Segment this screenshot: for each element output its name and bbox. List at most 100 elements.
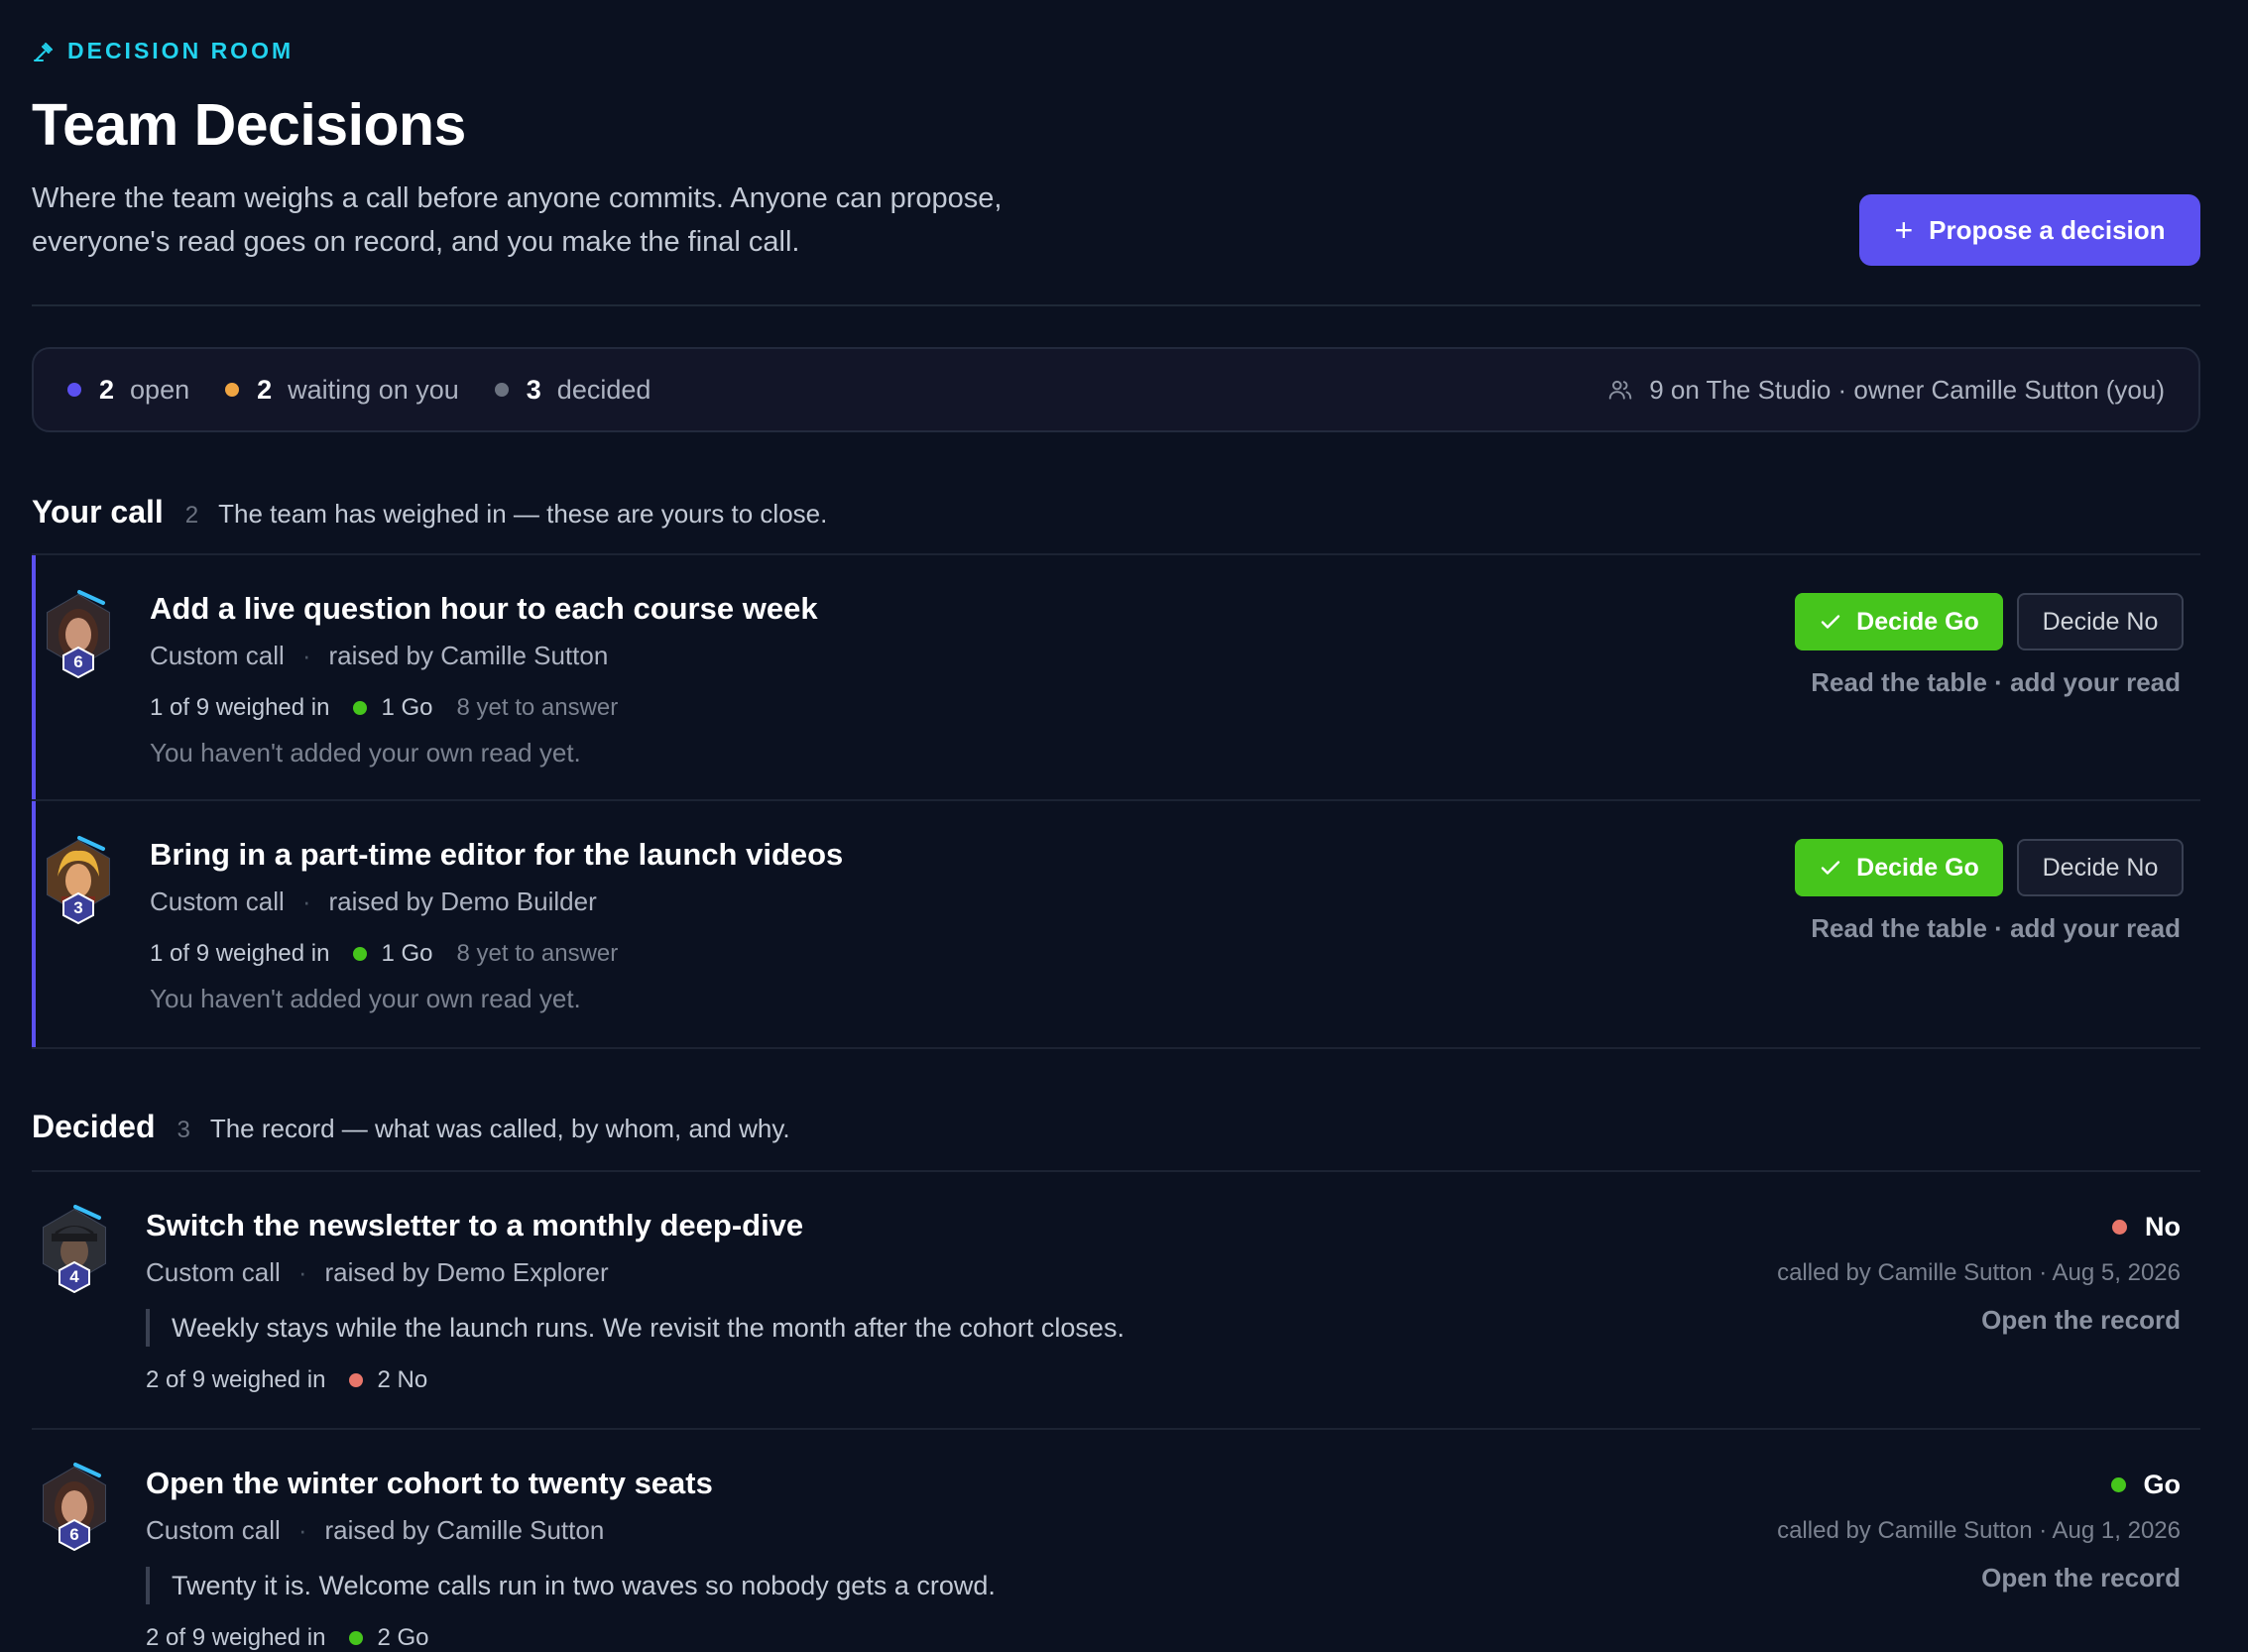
waiting-dot [225,383,240,397]
decision-type: Custom call [150,886,285,916]
weighed-in: 2 of 9 weighed in [146,1624,326,1651]
decided-row[interactable]: 6 Open the winter cohort to twenty seats… [32,1430,2200,1652]
vote-count: 2 Go [377,1624,429,1651]
avatar: 4 [36,1204,113,1294]
called-by: called by Camille Sutton · Aug 1, 2026 [1777,1517,2181,1544]
team-info-text: 9 on The Studio · owner Camille Sutton (… [1649,374,2165,405]
decision-meta: Custom call · raised by Camille Sutton [146,1515,605,1545]
decide-go-label: Decide Go [1856,853,1979,882]
level-number: 3 [73,898,83,917]
verdict: Go [2110,1470,2182,1500]
decide-go-button[interactable]: Decide Go [1795,593,2003,650]
decision-rationale: Weekly stays while the launch runs. We r… [146,1309,1124,1347]
own-read-note: You haven't added your own read yet. [150,738,581,767]
level-badge: 4 [58,1260,91,1294]
go-dot [349,1631,364,1645]
decided-title: Decided [32,1109,156,1144]
decide-no-button[interactable]: Decide No [2017,839,2184,896]
own-read-note: You haven't added your own read yet. [150,984,581,1013]
level-badge: 6 [61,646,95,679]
level-number: 6 [73,652,83,671]
open-label: open [130,374,190,405]
decision-row[interactable]: 3 Bring in a part-time editor for the la… [32,801,2200,1047]
level-number: 4 [69,1267,79,1286]
pending-count: 8 yet to answer [456,694,619,721]
vote-count: 2 No [377,1366,428,1393]
weighed-in: 2 of 9 weighed in [146,1366,326,1393]
vote-summary: 2 of 9 weighed in 2 No [146,1366,427,1394]
decided-count: 3 [526,374,541,405]
go-dot [353,701,368,715]
plus-icon: + [1894,212,1914,248]
page-title: Team Decisions [32,92,466,158]
decision-meta: Custom call · raised by Camille Sutton [150,641,609,670]
verdict-dot [2112,1220,2127,1235]
raised-by: raised by Camille Sutton [324,1515,605,1545]
open-record-link[interactable]: Open the record [1981,1305,2181,1336]
weighed-in: 1 of 9 weighed in [150,694,330,721]
waiting-label: waiting on you [288,374,459,405]
decision-title[interactable]: Add a live question hour to each course … [150,591,818,627]
decision-type: Custom call [146,1257,281,1287]
decision-type: Custom call [150,641,285,670]
decide-no-label: Decide No [2042,607,2159,636]
decision-title[interactable]: Open the winter cohort to twenty seats [146,1466,713,1501]
decide-no-button[interactable]: Decide No [2017,593,2184,650]
verdict-label: No [2145,1212,2181,1241]
check-icon [1821,861,1840,875]
check-icon [1821,615,1840,629]
open-count: 2 [99,374,115,405]
your-call-title: Your call [32,494,164,530]
read-table-link[interactable]: Read the table · add your read [1811,913,2181,944]
decided-dot [494,383,509,397]
your-call-description: The team has weighed in — these are your… [218,499,828,529]
stat-decided: 3 decided [494,374,651,406]
vote-count: 1 Go [381,694,433,721]
called-by: called by Camille Sutton · Aug 5, 2026 [1777,1259,2181,1286]
level-badge: 3 [61,891,95,925]
page-subtitle: Where the team weighs a call before anyo… [32,182,1003,258]
decision-rationale: Twenty it is. Welcome calls run in two w… [146,1567,996,1604]
divider [32,1047,2200,1049]
decision-title[interactable]: Bring in a part-time editor for the laun… [150,837,843,873]
decided-row[interactable]: 4 Switch the newsletter to a monthly dee… [32,1172,2200,1428]
vote-summary: 1 of 9 weighed in 1 Go 8 yet to answer [150,940,618,968]
raised-by: raised by Demo Explorer [324,1257,609,1287]
propose-label: Propose a decision [1929,214,2166,245]
vote-count: 1 Go [381,940,433,967]
verdict-label: Go [2143,1470,2182,1499]
open-record-link[interactable]: Open the record [1981,1563,2181,1593]
verdict-dot [2110,1477,2126,1492]
propose-decision-button[interactable]: + Propose a decision [1859,194,2200,266]
decide-no-label: Decide No [2042,853,2159,882]
decision-type: Custom call [146,1515,281,1545]
decided-count: 3 [177,1117,190,1143]
decision-room-page: DECISION ROOM Team Decisions Where the t… [0,0,2248,1652]
read-table-link[interactable]: Read the table · add your read [1811,667,2181,698]
users-icon [1608,380,1632,400]
decision-title[interactable]: Switch the newsletter to a monthly deep-… [146,1208,803,1243]
level-badge: 6 [58,1518,91,1552]
gavel-icon [34,42,53,61]
waiting-count: 2 [257,374,273,405]
level-number: 6 [69,1525,79,1544]
go-dot [353,947,368,961]
raised-by: raised by Camille Sutton [328,641,609,670]
eyebrow: DECISION ROOM [32,38,294,64]
avatar: 6 [36,1462,113,1552]
decide-go-button[interactable]: Decide Go [1795,839,2003,896]
vote-summary: 2 of 9 weighed in 2 Go [146,1624,429,1652]
your-call-count: 2 [184,502,199,529]
decision-meta: Custom call · raised by Demo Builder [150,886,597,916]
header-divider [32,304,2200,306]
vote-summary: 1 of 9 weighed in 1 Go 8 yet to answer [150,694,618,722]
eyebrow-label: DECISION ROOM [67,38,295,63]
team-info: 9 on The Studio · owner Camille Sutton (… [1607,375,2165,406]
your-call-header: Your call 2 The team has weighed in — th… [32,494,827,531]
decision-row[interactable]: 6 Add a live question hour to each cours… [32,555,2200,799]
stat-waiting: 2 waiting on you [225,375,459,406]
decided-description: The record — what was called, by whom, a… [209,1114,790,1143]
stats-bar: 2 open 2 waiting on you 3 decided 9 on T… [32,347,2200,432]
decided-header: Decided 3 The record — what was called, … [32,1109,790,1145]
decided-label: decided [556,374,651,405]
